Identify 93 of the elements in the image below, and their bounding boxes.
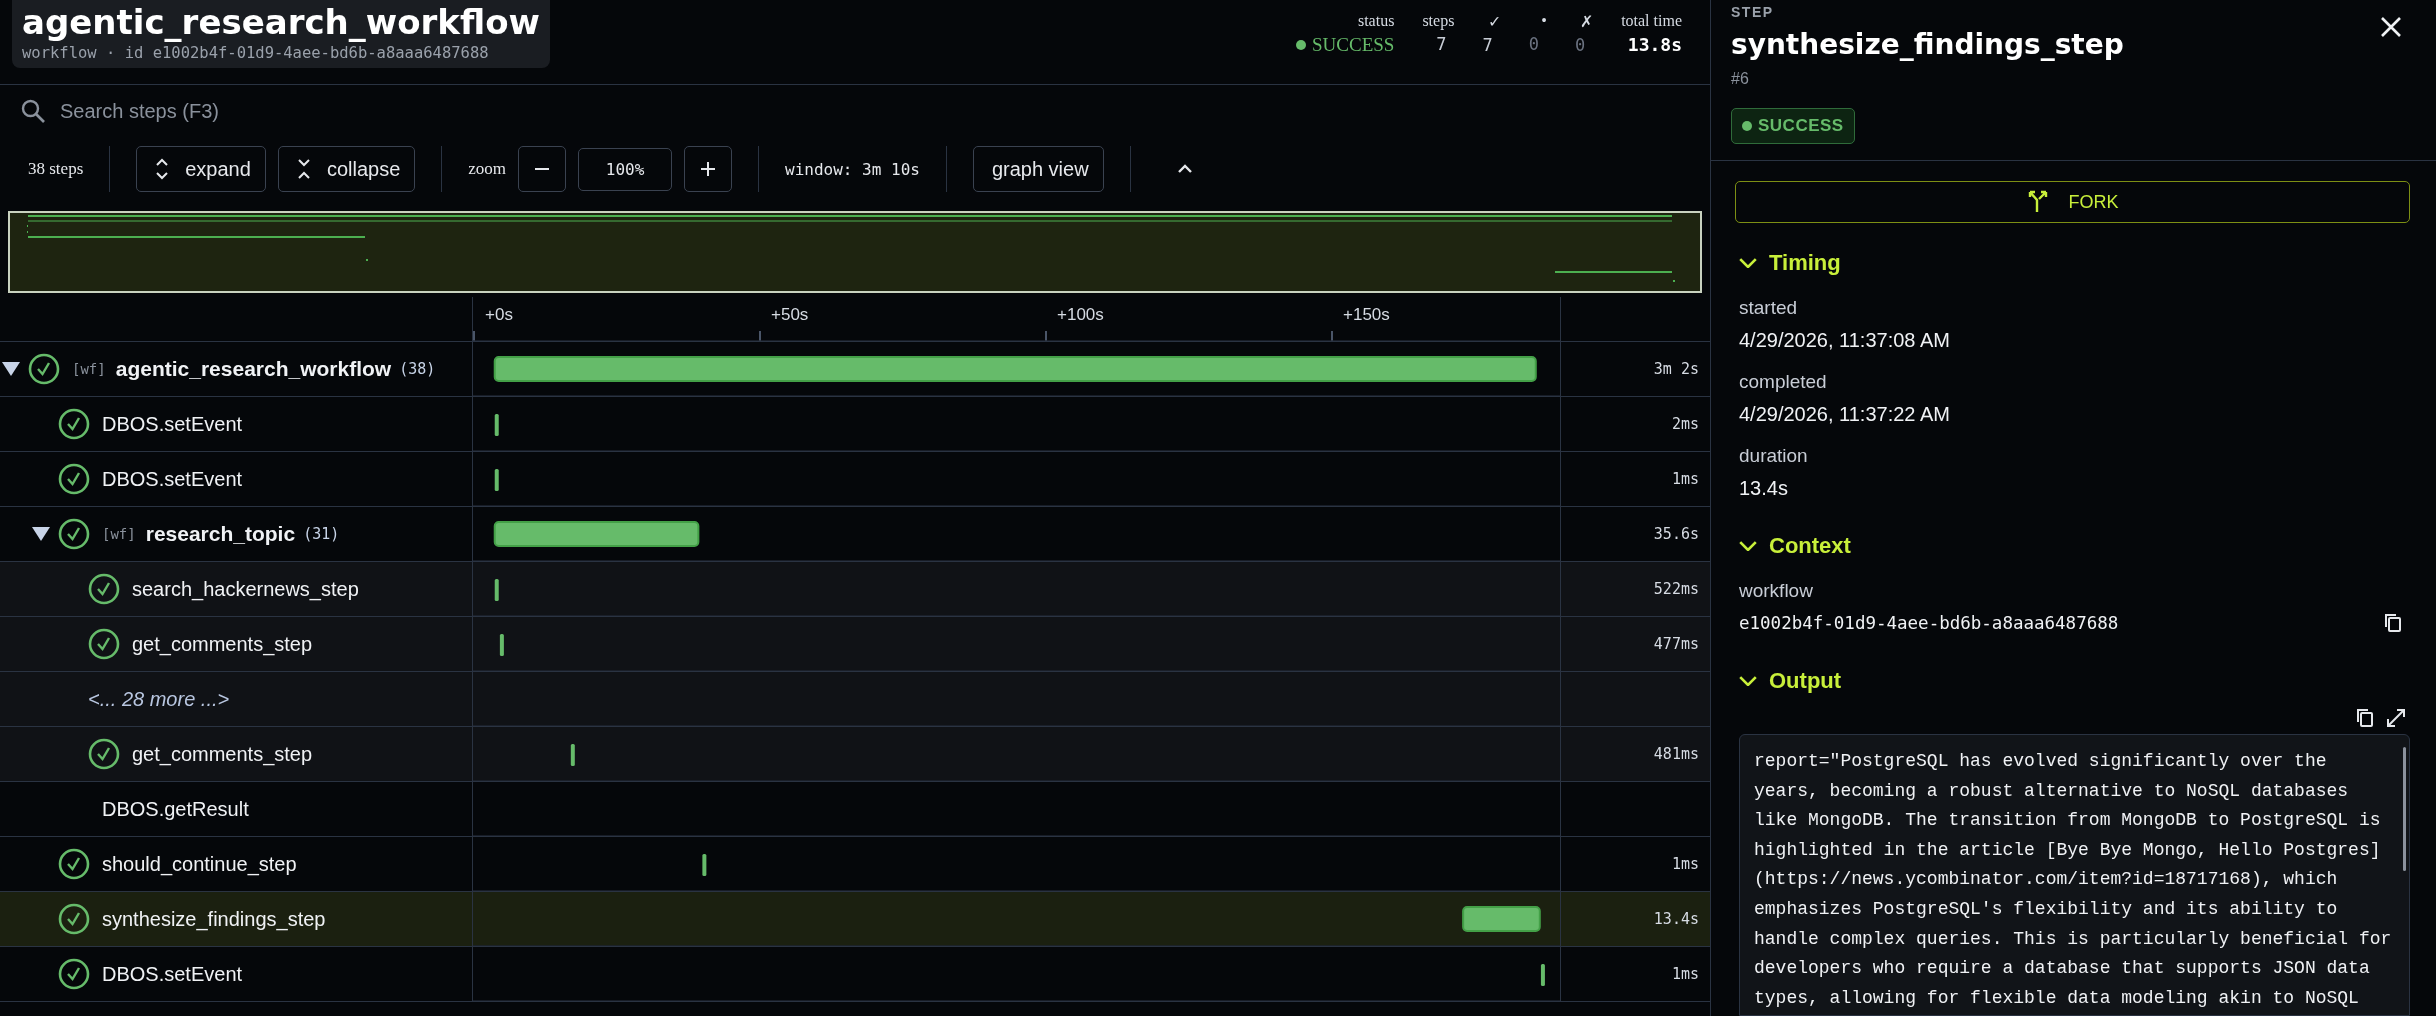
stat-label: total time	[1621, 12, 1682, 30]
duration-cell: 477ms	[1561, 617, 1711, 672]
tree-row[interactable]: <... 28 more ...>	[0, 672, 472, 727]
section-title[interactable]: Output	[1769, 668, 1842, 694]
row-name[interactable]: get_comments_step	[132, 742, 313, 766]
row-name[interactable]: should_continue_step	[102, 852, 297, 876]
copy-icon	[2356, 708, 2374, 728]
axis-tick-label: +50s	[771, 305, 809, 324]
section-title[interactable]: Timing	[1769, 250, 1841, 276]
panel-eyebrow: STEP	[1731, 4, 1774, 20]
row-name[interactable]: DBOS.getResult	[102, 797, 249, 821]
timeline-bar[interactable]	[494, 414, 499, 436]
field-value: 4/29/2026, 11:37:22 AM	[1739, 402, 1951, 427]
more-rows-link[interactable]: <... 28 more ...>	[88, 687, 230, 711]
field-label: duration	[1739, 444, 1809, 468]
zoom-value: 100%	[578, 147, 673, 191]
workflow-tag: [wf]	[102, 526, 136, 542]
workflow-tag: [wf]	[72, 361, 106, 377]
collapse-button[interactable]: collapse	[277, 146, 416, 192]
status-badge: SUCCESS	[1731, 108, 1855, 144]
timeline-bar[interactable]	[494, 579, 499, 601]
chevron-down-icon[interactable]	[1739, 676, 1757, 686]
tree-row[interactable]: synthesize_findings_step	[0, 892, 472, 947]
minus-icon	[534, 168, 551, 170]
status-dot-icon	[1296, 40, 1306, 50]
zoom-label: zoom	[468, 159, 507, 179]
timeline-bar[interactable]	[494, 469, 499, 491]
expand-button[interactable]: expand	[136, 146, 266, 192]
graph-view-button[interactable]: graph view	[972, 146, 1104, 192]
field-value: e1002b4f-01d9-4aee-bd6b-a8aaa6487688	[1739, 613, 2119, 633]
row-name[interactable]: agentic_research_workflow	[115, 357, 392, 381]
chevron-down-icon[interactable]	[1739, 258, 1757, 268]
stat-value: 0	[1528, 34, 1540, 54]
row-name[interactable]: research_topic	[145, 522, 296, 546]
window-label: window: 3m 10s	[785, 159, 920, 179]
diagonal-arrows-icon	[2386, 708, 2406, 728]
row-name[interactable]: synthesize_findings_step	[102, 907, 326, 931]
duration-cell: 481ms	[1561, 727, 1711, 782]
step-title: synthesize_findings_step	[1731, 28, 2124, 61]
axis-tick-label: +150s	[1343, 305, 1390, 324]
stat-value: 13.8s	[1627, 34, 1682, 55]
row-name[interactable]: DBOS.setEvent	[102, 467, 243, 491]
stat-label: •	[1541, 12, 1547, 30]
triangle-down-icon[interactable]	[0, 362, 22, 376]
zoom-in-button[interactable]	[684, 146, 733, 192]
stat-label: status	[1357, 12, 1395, 30]
timeline-bar[interactable]	[499, 634, 504, 656]
section-title[interactable]: Context	[1769, 533, 1851, 559]
close-icon	[2380, 16, 2402, 38]
search-icon	[20, 98, 46, 124]
step-count: 38 steps	[28, 159, 84, 179]
tree-row[interactable]: get_comments_step	[0, 727, 472, 782]
timeline-bar[interactable]	[570, 744, 575, 766]
row-name[interactable]: get_comments_step	[132, 632, 313, 656]
timeline-bar[interactable]	[702, 854, 707, 876]
stat-value: 7	[1436, 34, 1448, 54]
status-value: SUCCESS	[1312, 34, 1395, 56]
row-count: (38)	[399, 360, 436, 378]
axis-tick-label: +0s	[485, 305, 513, 324]
field-label: workflow	[1739, 579, 1814, 603]
duration-cell: 13.4s	[1561, 892, 1711, 947]
field-label: started	[1739, 296, 1799, 320]
fork-button[interactable]: FORK	[1735, 181, 2410, 223]
copy-icon	[2384, 613, 2402, 633]
step-number: #6	[1731, 70, 1749, 88]
stat-value: 7	[1482, 35, 1494, 55]
row-name[interactable]: search_hackernews_step	[132, 577, 359, 601]
stat-label: steps	[1422, 12, 1455, 30]
search-field[interactable]: Search steps (F3)	[58, 98, 462, 124]
row-count: (31)	[303, 525, 340, 543]
row-name[interactable]: DBOS.setEvent	[102, 412, 243, 436]
stat-label: ✓	[1487, 12, 1501, 31]
tree-row[interactable]: get_comments_step	[0, 617, 472, 672]
chevron-up-icon	[1176, 164, 1193, 174]
row-name[interactable]: DBOS.setEvent	[102, 962, 243, 986]
expand-icon	[155, 158, 170, 180]
duration-cell: 522ms	[1561, 562, 1711, 617]
output-text: report="PostgreSQL has evolved significantly over the years, becoming a robust alternative to NoSQL databases like MongoDB. The transition from MongoDB to PostgreSQL is highlighted in the article [Bye Bye Mongo, Hello Postgres] (https://news.ycombinator.com/item?id=18717168), which emphasizes PostgreSQL's flexibility and its ability to handle complex queries. This is particularly beneficial for developers who require a database that supports JSON data types, allowing for flexible data modeling akin to NoSQL	[1754, 750, 2393, 1010]
stat-value: 0	[1574, 35, 1587, 55]
field-value: 13.4s	[1739, 476, 1789, 501]
stat-label: ✗	[1580, 12, 1594, 31]
collapse-icon	[296, 158, 311, 180]
chevron-down-icon[interactable]	[1739, 541, 1757, 551]
timeline-bar[interactable]	[1540, 964, 1545, 986]
axis-tick-label: +100s	[1057, 305, 1104, 324]
workflow-title: agentic_research_workflow	[22, 2, 540, 42]
triangle-down-icon[interactable]	[30, 527, 52, 541]
field-value: 4/29/2026, 11:37:08 AM	[1739, 328, 1951, 353]
field-label: completed	[1739, 370, 1828, 394]
tree-row[interactable]: search_hackernews_step	[0, 562, 472, 617]
workflow-id: workflow · id e1002b4f-01d9-4aee-bd6b-a8aaa6487688	[22, 44, 490, 62]
minimap-drawing[interactable]	[8, 211, 1702, 293]
plus-icon	[700, 161, 717, 177]
